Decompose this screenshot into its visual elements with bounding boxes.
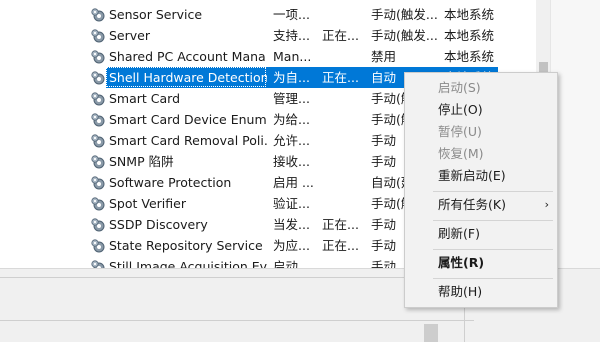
service-name: Still Image Acquisition Ev... xyxy=(109,259,267,268)
menu-item-refresh[interactable]: 刷新(F) xyxy=(405,223,557,245)
menu-item-help[interactable]: 帮助(H) xyxy=(405,281,557,303)
context-menu: 启动(S) 停止(O) 暂停(U) 恢复(M) 重新启动(E) 所有任务(K) … xyxy=(404,72,558,308)
bottom-tabs-area xyxy=(0,277,474,321)
service-status: 正在... xyxy=(322,217,359,232)
service-description: 接收... xyxy=(273,154,310,169)
gear-icon xyxy=(90,238,106,254)
gear-icon xyxy=(90,28,106,44)
service-description: 为自... xyxy=(273,70,310,85)
service-name: Sensor Service xyxy=(109,7,203,22)
horizontal-scrollbar-thumb[interactable] xyxy=(424,324,438,342)
service-row-sensor-service[interactable]: Sensor Service 一项... 手动(触发... 本地系统 xyxy=(0,4,536,25)
gear-icon xyxy=(90,217,106,233)
service-name: Software Protection xyxy=(109,175,232,190)
service-description: 验证... xyxy=(273,196,310,211)
service-status: 正在... xyxy=(322,70,359,85)
service-description: 一项... xyxy=(273,7,310,22)
menu-item-restart[interactable]: 重新启动(E) xyxy=(405,165,557,187)
menu-separator xyxy=(433,220,553,221)
service-name: Smart Card Device Enum... xyxy=(109,112,267,127)
menu-item-resume[interactable]: 恢复(M) xyxy=(405,143,557,165)
service-status xyxy=(322,172,368,193)
service-description: 允许... xyxy=(273,133,310,148)
service-name: SNMP 陷阱 xyxy=(109,154,174,169)
service-logon-as: 本地系统 xyxy=(444,28,495,43)
service-description: 支持... xyxy=(273,28,310,43)
menu-item-start[interactable]: 启动(S) xyxy=(405,77,557,99)
service-description: 管理... xyxy=(273,91,310,106)
service-description: 为给... xyxy=(273,112,310,127)
service-name: Server xyxy=(109,28,150,43)
gear-icon xyxy=(90,7,106,23)
menu-item-pause[interactable]: 暂停(U) xyxy=(405,121,557,143)
menu-item-label: 停止(O) xyxy=(438,102,483,117)
menu-item-label: 恢复(M) xyxy=(438,146,484,161)
gear-icon xyxy=(90,49,106,65)
service-description: 启用 ... xyxy=(273,175,314,190)
service-status xyxy=(322,109,368,130)
service-logon-as: 本地系统 xyxy=(444,7,495,22)
service-status: 正在... xyxy=(322,238,359,253)
service-name: Shell Hardware Detection xyxy=(109,70,267,85)
gear-icon xyxy=(90,259,106,268)
menu-item-all-tasks[interactable]: 所有任务(K) › xyxy=(405,194,557,216)
service-name: Shared PC Account Mana... xyxy=(109,49,267,64)
menu-separator xyxy=(433,249,553,250)
service-status xyxy=(322,46,368,67)
menu-item-stop[interactable]: 停止(O) xyxy=(405,99,557,121)
menu-item-label: 启动(S) xyxy=(438,80,481,95)
service-description: 为应... xyxy=(273,238,310,253)
service-description: 启动... xyxy=(273,259,310,268)
service-description: Man... xyxy=(273,49,312,64)
chevron-right-icon: › xyxy=(544,198,549,211)
gear-icon xyxy=(90,154,106,170)
service-status xyxy=(322,193,368,214)
menu-separator xyxy=(433,278,553,279)
gear-icon xyxy=(90,91,106,107)
menu-item-label: 属性(R) xyxy=(438,255,485,270)
service-row-server[interactable]: Server 支持... 正在... 手动(触发... 本地系统 xyxy=(0,25,536,46)
service-row-shared-pc-account[interactable]: Shared PC Account Mana... Man... 禁用 本地系统 xyxy=(0,46,536,67)
gear-icon xyxy=(90,175,106,191)
service-status xyxy=(322,88,368,109)
service-startup-type: 禁用 xyxy=(371,49,397,64)
menu-item-label: 重新启动(E) xyxy=(438,168,506,183)
menu-item-label: 刷新(F) xyxy=(438,226,480,241)
service-status: 正在... xyxy=(322,28,359,43)
menu-item-label: 暂停(U) xyxy=(438,124,482,139)
gear-icon xyxy=(90,112,106,128)
service-status xyxy=(322,256,368,268)
service-name: SSDP Discovery xyxy=(109,217,208,232)
service-logon-as: 本地系统 xyxy=(444,49,495,64)
service-name: Spot Verifier xyxy=(109,196,186,211)
service-status xyxy=(322,130,368,151)
menu-item-label: 帮助(H) xyxy=(438,284,483,299)
service-name: Smart Card xyxy=(109,91,181,106)
service-name: Smart Card Removal Poli... xyxy=(109,133,267,148)
service-status xyxy=(322,4,368,25)
service-status xyxy=(322,151,368,172)
menu-item-label: 所有任务(K) xyxy=(438,197,506,212)
gear-icon xyxy=(90,196,106,212)
service-startup-type: 手动(触发... xyxy=(371,28,437,43)
menu-item-properties[interactable]: 属性(R) xyxy=(405,252,557,274)
service-description: 当发... xyxy=(273,217,310,232)
service-startup-type: 手动(触发... xyxy=(371,7,437,22)
gear-icon xyxy=(90,70,106,86)
menu-separator xyxy=(433,191,553,192)
gear-icon xyxy=(90,133,106,149)
service-name: State Repository Service xyxy=(109,238,263,253)
